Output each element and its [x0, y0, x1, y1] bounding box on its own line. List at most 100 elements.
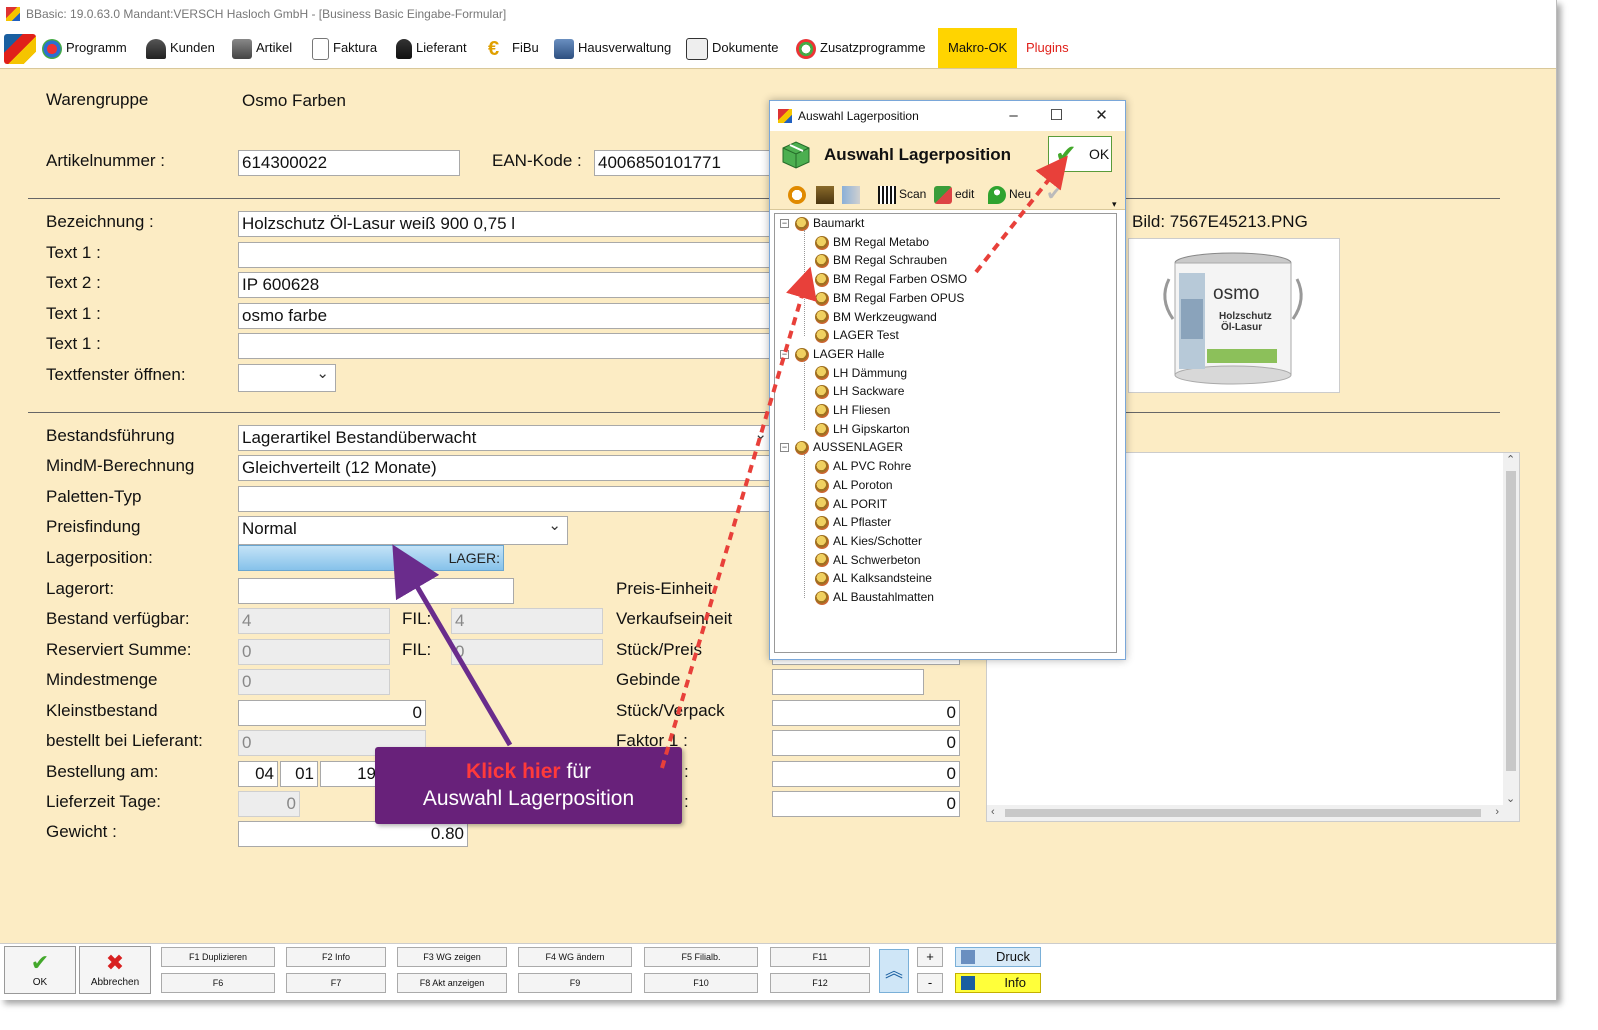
lagerort-input[interactable] [238, 578, 514, 604]
tree-item[interactable]: LH Fliesen [815, 401, 890, 419]
ean-input[interactable]: 4006850101771 [594, 150, 774, 176]
scroll-right-icon[interactable]: › [1495, 806, 1499, 818]
tree-item[interactable]: AL Pflaster [815, 513, 891, 531]
menu-plugins[interactable]: Plugins [1026, 28, 1069, 68]
text2-input[interactable]: IP 600628 [238, 272, 774, 298]
tree-collapse-icon[interactable]: − [780, 443, 789, 453]
tree-item[interactable]: BM Regal Farben OSMO [815, 270, 967, 288]
neu-button[interactable]: Neu [988, 183, 1031, 205]
tree-item[interactable]: AL PVC Rohre [815, 457, 911, 475]
bestellung-day-input[interactable]: 04 [238, 761, 278, 787]
f7-button[interactable]: F7 [286, 973, 386, 993]
toolbar-overflow-icon[interactable]: ▾ [1112, 193, 1117, 215]
tree-item[interactable]: AL Poroton [815, 476, 893, 494]
faktor1-input[interactable]: 0 [772, 730, 960, 756]
tree-item[interactable]: BM Werkzeugwand [815, 308, 937, 326]
f1-duplizieren-button[interactable]: F1 Duplizieren [161, 947, 275, 967]
scroll-down-icon[interactable]: ⌄ [1506, 792, 1515, 805]
menu-hausverwaltung[interactable]: Hausverwaltung [554, 28, 671, 68]
tree-item[interactable]: BM Regal Metabo [815, 233, 929, 251]
plus-button[interactable]: + [917, 947, 943, 967]
vertical-scroll-thumb[interactable] [1506, 471, 1516, 771]
f8-akt-anzeigen-button[interactable]: F8 Akt anzeigen [397, 973, 507, 993]
f11-button[interactable]: F11 [770, 947, 870, 967]
close-icon[interactable]: ✕ [1079, 101, 1124, 131]
f2-info-button[interactable]: F2 Info [286, 947, 386, 967]
edit-button[interactable]: edit [934, 183, 974, 205]
tree-item[interactable]: AL Schwerbeton [815, 551, 921, 569]
menu-dokumente[interactable]: Dokumente [686, 28, 778, 68]
f3-wg-zeigen-button[interactable]: F3 WG zeigen [397, 947, 507, 967]
paletten-input[interactable] [238, 486, 774, 512]
bestand-select[interactable]: Lagerartikel Bestandüberwacht [238, 425, 774, 451]
bestellung-month-input[interactable]: 01 [280, 761, 318, 787]
artikelnummer-input[interactable]: 614300022 [238, 150, 460, 176]
menu-makro-ok[interactable]: Makro-OK [938, 28, 1018, 68]
abbrechen-button[interactable]: ✖ Abbrechen [79, 946, 151, 994]
menu-faktura[interactable]: Faktura [312, 28, 377, 68]
f5-filialb-button[interactable]: F5 Filialb. [644, 947, 758, 967]
f10-button[interactable]: F10 [644, 973, 758, 993]
maximize-icon[interactable]: ☐ [1034, 101, 1079, 131]
dialog-ok-button[interactable]: ✔ OK [1048, 136, 1112, 172]
tree-group[interactable]: Baumarkt [795, 214, 864, 232]
lagerposition-button[interactable]: LAGER: [238, 545, 504, 571]
tree-collapse-icon[interactable]: − [780, 349, 789, 359]
menu-zusatzprogramme[interactable]: Zusatzprogramme [796, 28, 925, 68]
faktor3-input[interactable]: 0 [772, 791, 960, 817]
history-icon[interactable] [788, 183, 809, 205]
horizontal-scroll-thumb[interactable] [1005, 809, 1481, 817]
tree-item[interactable]: LH Sackware [815, 382, 904, 400]
tree-group[interactable]: LAGER Halle [795, 345, 884, 363]
menu-kunden[interactable]: Kunden [146, 28, 215, 68]
tree-item[interactable]: BM Regal Schrauben [815, 251, 947, 269]
f4-wg-aendern-button[interactable]: F4 WG ändern [518, 947, 632, 967]
minus-button[interactable]: - [917, 973, 943, 993]
textfenster-select[interactable] [238, 364, 336, 392]
minimize-icon[interactable]: – [991, 101, 1036, 131]
info-button[interactable]: Info [955, 973, 1041, 993]
tree-item[interactable]: AL Kies/Schotter [815, 532, 922, 550]
tree-group[interactable]: AUSSENLAGER [795, 438, 903, 456]
double-chevron-up-icon: ︽ [885, 961, 903, 981]
tree-collapse-icon[interactable]: − [780, 219, 789, 228]
bestellung-year-input[interactable]: 19 [320, 761, 380, 787]
stueckverpack-input[interactable]: 0 [772, 700, 960, 726]
menu-fibu[interactable]: € FiBu [488, 28, 539, 68]
menu-artikel[interactable]: Artikel [232, 28, 292, 68]
cabinet-icon[interactable] [816, 183, 837, 205]
druck-button[interactable]: Druck [955, 947, 1041, 967]
tree-item[interactable]: LH Dämmung [815, 364, 907, 382]
gewicht-input[interactable]: 0.80 [238, 821, 468, 847]
tree-item[interactable]: AL Kalksandsteine [815, 569, 932, 587]
scroll-left-icon[interactable]: ‹ [991, 806, 995, 818]
text1a-input[interactable] [238, 242, 774, 268]
ok-button[interactable]: ✔ OK [4, 946, 76, 994]
text1c-input[interactable] [238, 333, 774, 359]
bezeichnung-input[interactable]: Holzschutz Öl-Lasur weiß 900 0,75 l [238, 211, 774, 237]
tree-item[interactable]: AL PORIT [815, 495, 887, 513]
lagerposition-tree[interactable]: Baumarkt − BM Regal Metabo BM Regal Schraub… [774, 213, 1117, 653]
transfer-icon[interactable] [842, 183, 863, 205]
text1b-input[interactable]: osmo farbe [238, 303, 774, 329]
scan-button[interactable]: Scan [878, 183, 926, 205]
scroll-up-icon[interactable]: ⌃ [1506, 453, 1515, 466]
f12-button[interactable]: F12 [770, 973, 870, 993]
f6-button[interactable]: F6 [161, 973, 275, 993]
tree-item[interactable]: LH Gipskarton [815, 420, 910, 438]
vertical-scrollbar[interactable]: ⌃ ⌄ [1503, 453, 1519, 805]
gebinde-input[interactable] [772, 669, 924, 695]
faktor2-input[interactable]: 0 [772, 761, 960, 787]
preisfindung-select[interactable]: Normal [238, 516, 568, 545]
scroll-top-button[interactable]: ︽ [879, 949, 909, 993]
tree-item[interactable]: BM Regal Farben OPUS [815, 289, 964, 307]
bbasic-logo-icon[interactable] [4, 28, 40, 68]
menu-programm[interactable]: Programm [42, 28, 127, 68]
tree-item[interactable]: AL Baustahlmatten [815, 588, 934, 606]
menu-lieferant[interactable]: Lieferant [396, 28, 467, 68]
kleinst-input[interactable]: 0 [238, 700, 426, 726]
tree-item[interactable]: LAGER Test [815, 326, 899, 344]
mindm-input[interactable]: Gleichverteilt (12 Monate) [238, 455, 774, 481]
horizontal-scrollbar[interactable]: ‹ › [987, 805, 1519, 821]
f9-button[interactable]: F9 [518, 973, 632, 993]
